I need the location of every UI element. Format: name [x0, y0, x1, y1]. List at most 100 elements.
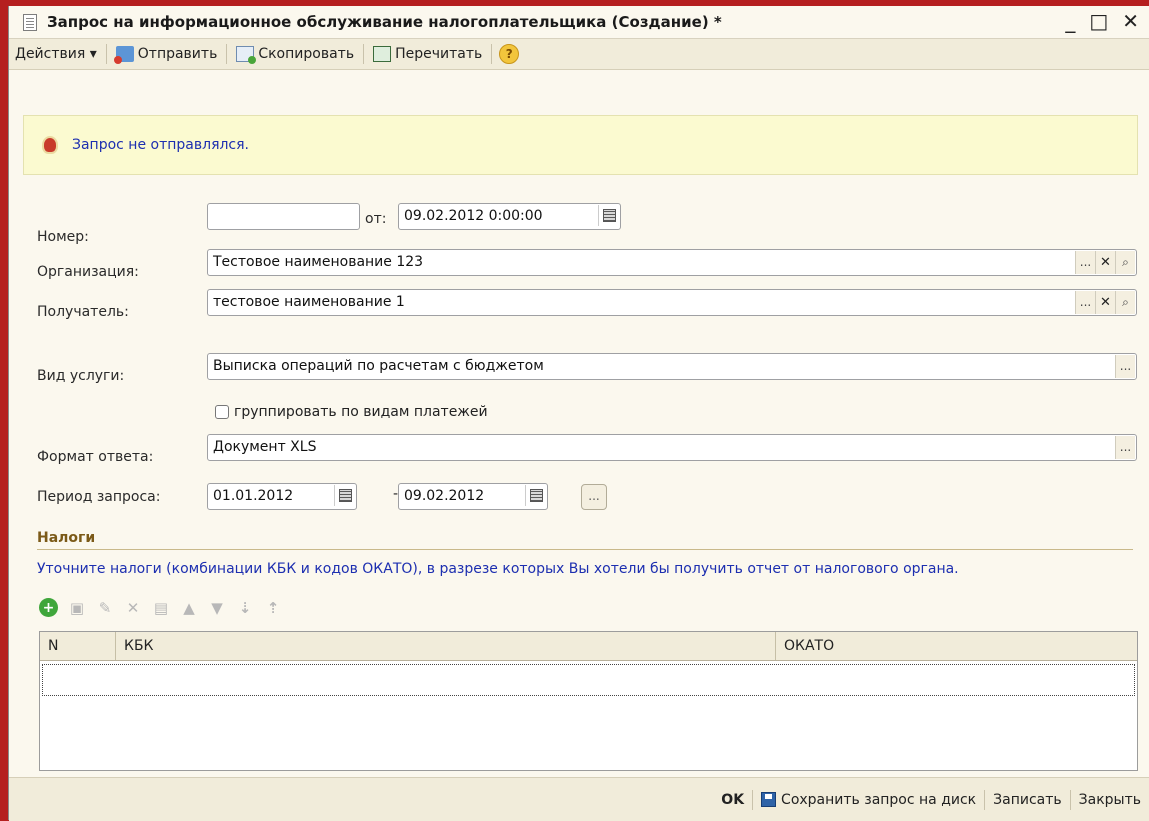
period-from-calendar-button[interactable]: [334, 485, 355, 506]
group-checkbox[interactable]: [215, 405, 229, 419]
bottom-bar: OK Сохранить запрос на диск Записать Зак…: [9, 777, 1149, 821]
service-value: Выписка операций по расчетам с бюджетом: [213, 358, 544, 374]
calendar-icon: [602, 209, 616, 222]
taxes-hint: Уточните налоги (комбинации КБК и кодов …: [37, 561, 959, 577]
date-value: 09.02.2012 0:00:00: [404, 208, 543, 224]
form-window: Запрос на информационное обслуживание на…: [8, 6, 1149, 821]
column-header-okato[interactable]: ОКАТО: [776, 632, 1137, 660]
copy-row-icon[interactable]: ▣: [68, 599, 86, 617]
reread-icon: [373, 46, 392, 62]
actions-menu-label: Действия ▾: [15, 46, 97, 62]
date-input[interactable]: 09.02.2012 0:00:00: [398, 203, 621, 230]
column-header-n[interactable]: N: [40, 632, 116, 660]
status-panel: Запрос не отправлялся.: [23, 115, 1138, 175]
delete-row-icon[interactable]: ✕: [124, 599, 142, 617]
title-bar[interactable]: Запрос на информационное обслуживание на…: [9, 6, 1149, 39]
period-to-calendar-button[interactable]: [525, 485, 546, 506]
taxes-table-header: N КБК ОКАТО: [40, 632, 1137, 661]
date-buttons: [598, 205, 619, 228]
send-icon: [113, 46, 134, 64]
toolbar-separator: [491, 44, 493, 64]
toolbar-separator: [105, 44, 107, 64]
move-down-icon[interactable]: ▼: [208, 599, 226, 617]
format-value: Документ XLS: [213, 439, 317, 455]
period-to-buttons: [525, 485, 546, 508]
group-checkbox-row[interactable]: группировать по видам платежей: [215, 404, 488, 420]
group-checkbox-label: группировать по видам платежей: [234, 404, 488, 420]
command-toolbar: Действия ▾ Отправить Скопировать Перечит…: [9, 39, 1149, 70]
reread-button[interactable]: Перечитать: [367, 41, 488, 67]
service-select-button[interactable]: ...: [1115, 355, 1135, 378]
calendar-button[interactable]: [598, 205, 619, 226]
ok-button[interactable]: OK: [713, 792, 752, 808]
format-select-button[interactable]: ...: [1115, 436, 1135, 459]
service-buttons: ...: [1115, 355, 1135, 378]
column-header-kbk[interactable]: КБК: [116, 632, 776, 660]
document-icon: [23, 13, 37, 31]
period-label: Период запроса:: [37, 489, 161, 505]
tax-emblem-icon: [42, 136, 58, 154]
close-window-button[interactable]: ✕: [1122, 10, 1139, 32]
format-buttons: ...: [1115, 436, 1135, 459]
recipient-search-icon[interactable]: ⌕: [1115, 291, 1135, 314]
calendar-icon: [529, 489, 543, 502]
send-label: Отправить: [137, 46, 218, 62]
recipient-clear-icon[interactable]: ✕: [1095, 291, 1115, 314]
period-select-button[interactable]: ...: [581, 484, 607, 510]
organization-buttons: ... ✕ ⌕: [1075, 251, 1135, 274]
sort-ascending-icon[interactable]: ⇣: [236, 599, 254, 617]
organization-search-icon[interactable]: ⌕: [1115, 251, 1135, 274]
recipient-select-button[interactable]: ...: [1075, 291, 1095, 314]
window-controls: _ □ ✕: [1065, 10, 1139, 32]
copy-label: Скопировать: [258, 46, 355, 62]
service-label: Вид услуги:: [37, 368, 125, 384]
sort-descending-icon[interactable]: ⇡: [264, 599, 282, 617]
toolbar-separator: [363, 44, 365, 64]
move-up-icon[interactable]: ▲: [180, 599, 198, 617]
period-from-buttons: [334, 485, 355, 508]
close-button[interactable]: Закрыть: [1071, 792, 1149, 808]
from-label: от:: [365, 211, 387, 227]
copy-button[interactable]: Скопировать: [230, 41, 360, 67]
help-icon[interactable]: ?: [499, 44, 520, 64]
organization-select-button[interactable]: ...: [1075, 251, 1095, 274]
recipient-input[interactable]: тестовое наименование 1 ... ✕ ⌕: [207, 289, 1137, 316]
send-button[interactable]: Отправить: [110, 41, 224, 67]
period-to-value: 09.02.2012: [404, 488, 485, 504]
taxes-table: N КБК ОКАТО: [39, 631, 1138, 771]
status-text: Запрос не отправлялся.: [72, 137, 250, 153]
period-to-input[interactable]: 09.02.2012: [398, 483, 548, 510]
organization-value: Тестовое наименование 123: [213, 254, 424, 270]
add-row-icon[interactable]: +: [39, 598, 58, 617]
write-button[interactable]: Записать: [985, 792, 1070, 808]
reread-label: Перечитать: [395, 46, 483, 62]
service-input[interactable]: Выписка операций по расчетам с бюджетом …: [207, 353, 1137, 380]
edit-row-icon[interactable]: ✎: [96, 599, 114, 617]
taxes-section-title: Налоги: [37, 530, 96, 546]
minimize-button[interactable]: _: [1065, 10, 1075, 32]
calendar-icon: [338, 489, 352, 502]
actions-menu-button[interactable]: Действия ▾: [9, 41, 103, 67]
number-input[interactable]: [207, 203, 360, 230]
organization-clear-icon[interactable]: ✕: [1095, 251, 1115, 274]
recipient-value: тестовое наименование 1: [213, 294, 405, 310]
table-row[interactable]: [42, 664, 1135, 696]
format-input[interactable]: Документ XLS ...: [207, 434, 1137, 461]
period-from-input[interactable]: 01.01.2012: [207, 483, 357, 510]
format-label: Формат ответа:: [37, 449, 154, 465]
organization-label: Организация:: [37, 264, 139, 280]
section-divider: [37, 549, 1133, 550]
floppy-disk-icon: [761, 792, 777, 807]
table-toolbar: + ▣ ✎ ✕ ▤ ▲ ▼ ⇣ ⇡: [39, 598, 282, 617]
save-to-disk-label: Сохранить запрос на диск: [781, 791, 977, 808]
window-title: Запрос на информационное обслуживание на…: [47, 13, 722, 31]
copy-icon: [236, 46, 257, 64]
recipient-label: Получатель:: [37, 304, 129, 320]
maximize-button[interactable]: □: [1089, 10, 1108, 32]
number-label: Номер:: [37, 229, 89, 245]
organization-input[interactable]: Тестовое наименование 123 ... ✕ ⌕: [207, 249, 1137, 276]
save-to-disk-button[interactable]: Сохранить запрос на диск: [753, 792, 984, 808]
finish-edit-icon[interactable]: ▤: [152, 599, 170, 617]
toolbar-separator: [226, 44, 228, 64]
recipient-buttons: ... ✕ ⌕: [1075, 291, 1135, 314]
